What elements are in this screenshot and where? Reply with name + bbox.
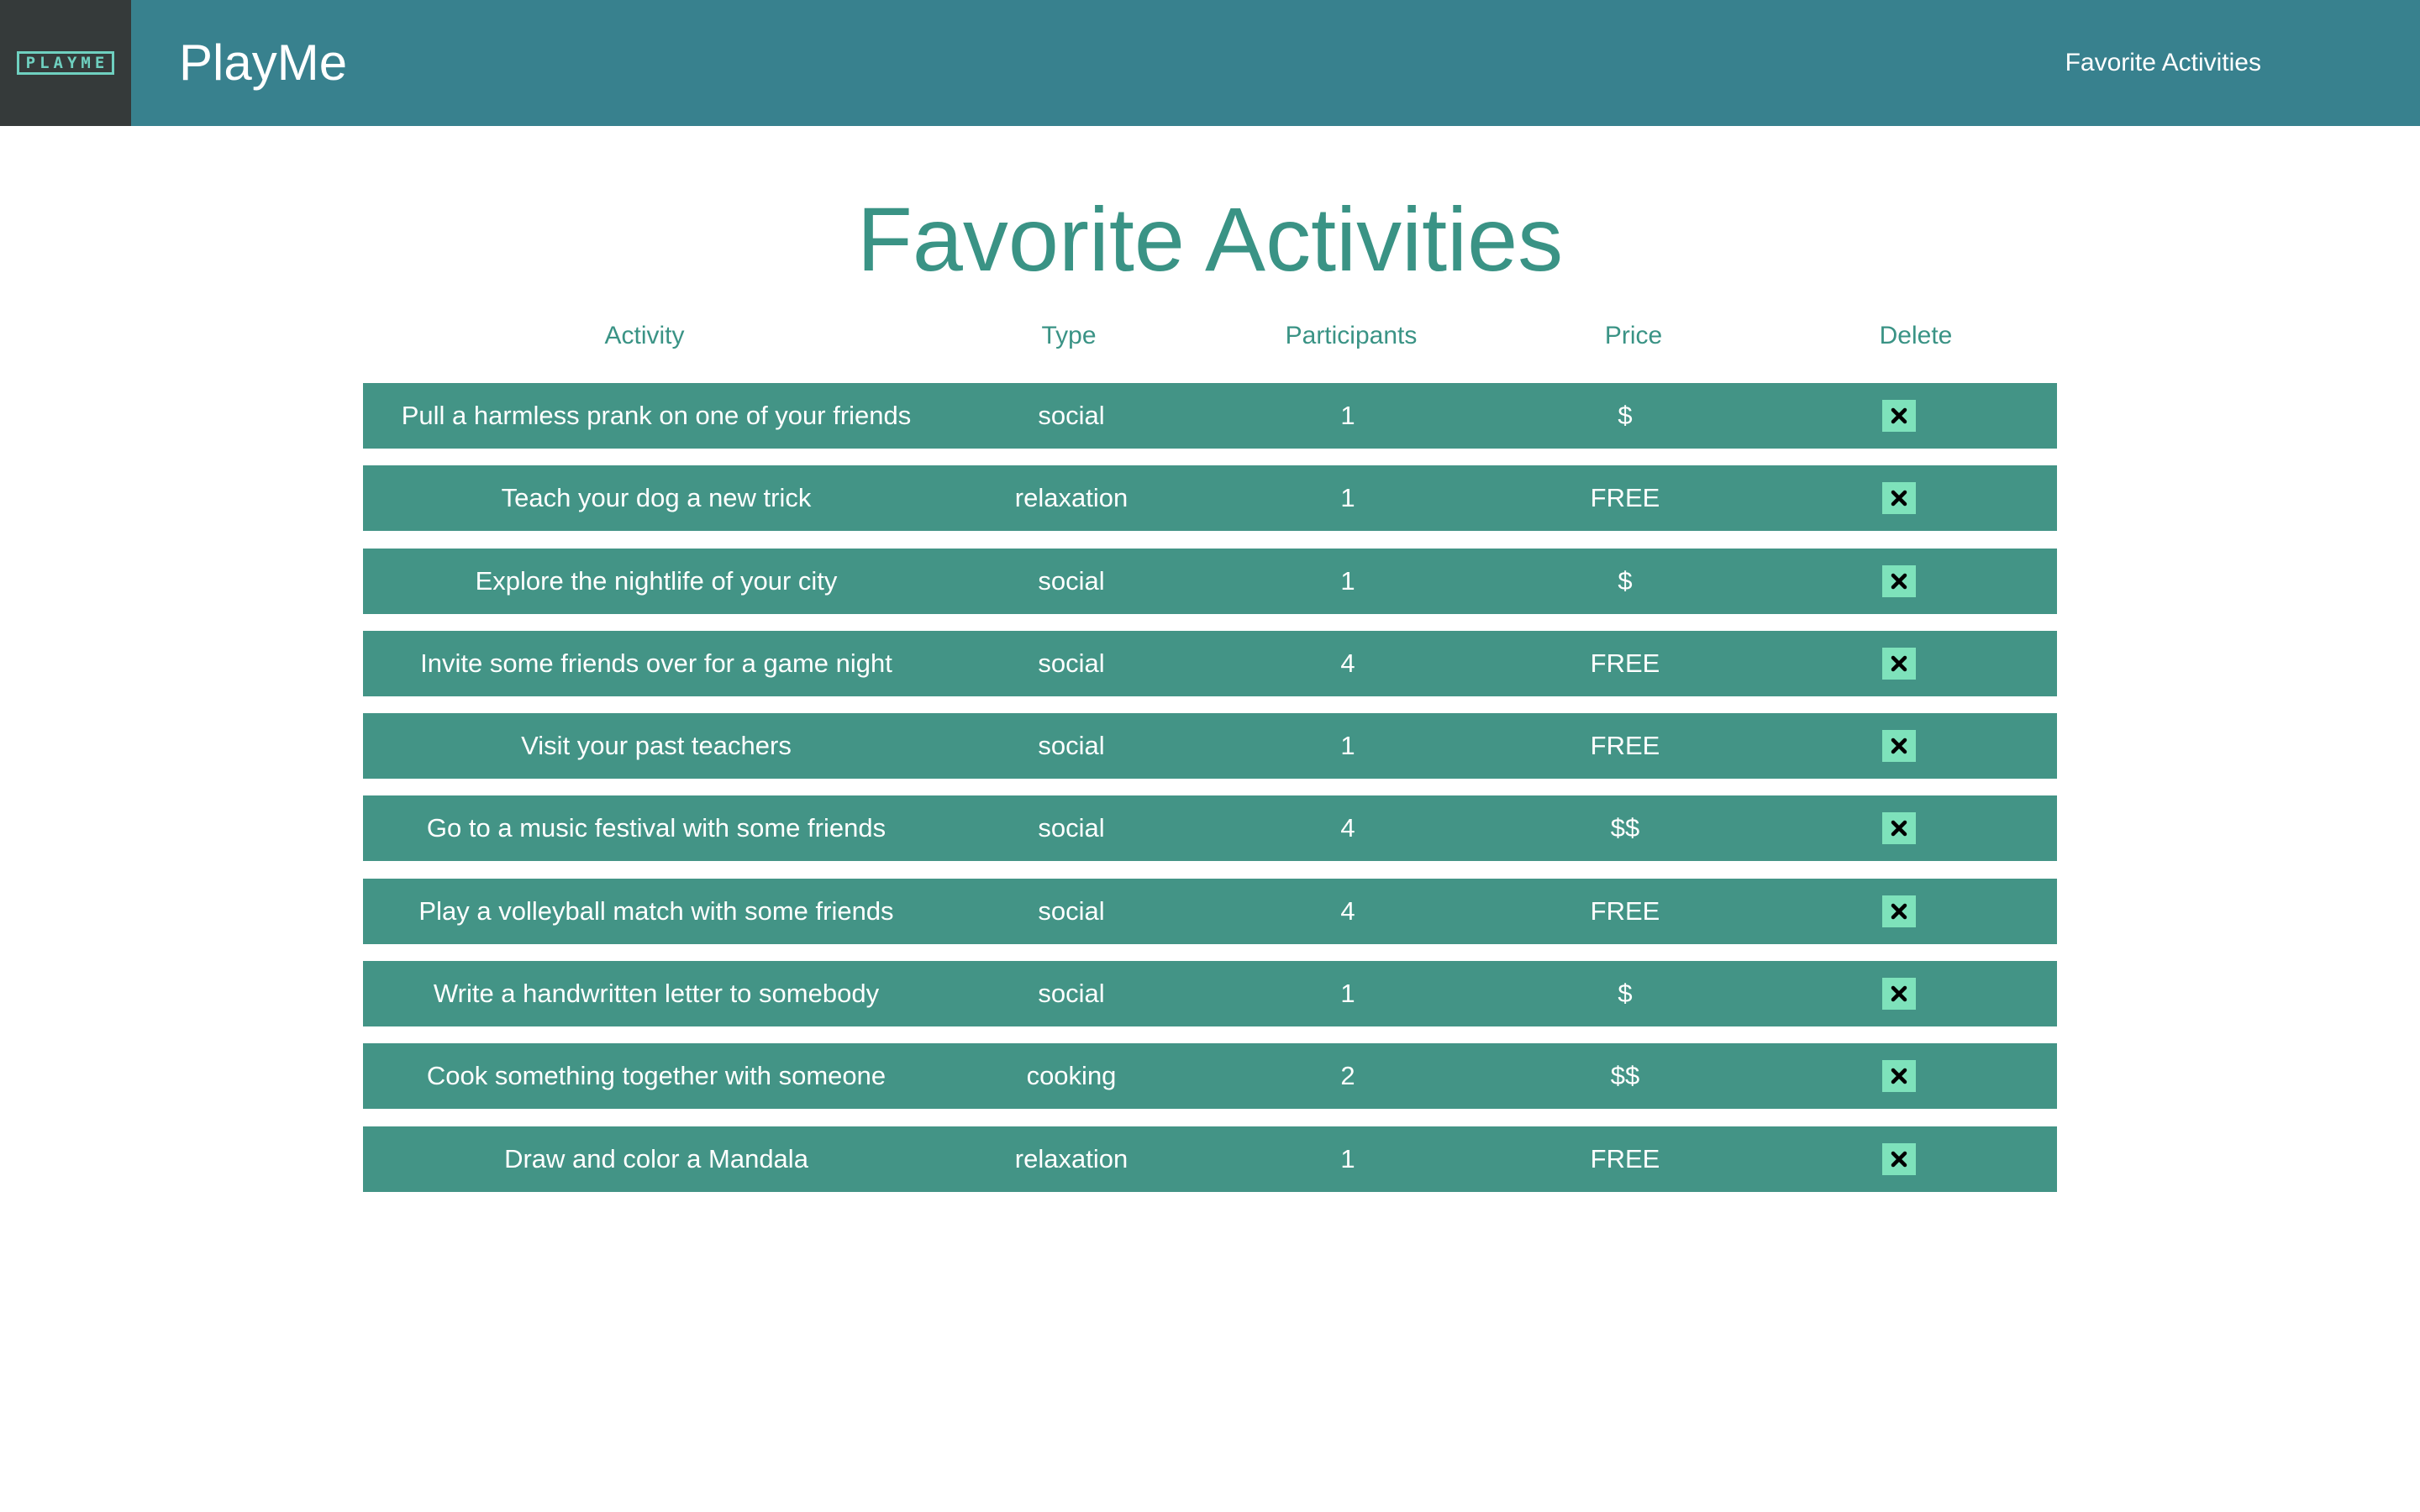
participants-cell: 1 bbox=[1340, 483, 1355, 513]
delete-button[interactable] bbox=[1882, 1060, 1916, 1093]
close-icon bbox=[1891, 985, 1907, 1002]
close-icon bbox=[1891, 903, 1907, 920]
delete-button[interactable] bbox=[1882, 647, 1916, 680]
favorites-table: Pull a harmless prank on one of your fri… bbox=[363, 383, 2057, 1209]
column-header-delete: Delete bbox=[1879, 322, 1953, 349]
activity-cell: Explore the nightlife of your city bbox=[475, 565, 838, 596]
top-navbar: PLAYME PlayMe Favorite Activities bbox=[0, 0, 2420, 126]
type-cell: social bbox=[1038, 648, 1105, 678]
delete-button[interactable] bbox=[1882, 400, 1916, 432]
activity-cell: Pull a harmless prank on one of your fri… bbox=[401, 401, 912, 430]
activity-cell: Invite some friends over for a game nigh… bbox=[420, 648, 892, 678]
type-cell: relaxation bbox=[1014, 1143, 1128, 1173]
price-cell: $ bbox=[1618, 565, 1633, 596]
column-header-activity: Activity bbox=[604, 322, 685, 349]
close-icon bbox=[1891, 738, 1907, 754]
activity-cell: Play a volleyball match with some friend… bbox=[418, 895, 894, 926]
delete-button[interactable] bbox=[1882, 564, 1916, 597]
close-icon bbox=[1891, 821, 1907, 837]
price-cell: FREE bbox=[1590, 1143, 1660, 1173]
activity-cell: Visit your past teachers bbox=[521, 731, 792, 761]
activity-cell: Cook something together with someone bbox=[426, 1061, 886, 1091]
delete-button[interactable] bbox=[1882, 1142, 1916, 1175]
price-cell: FREE bbox=[1590, 483, 1660, 513]
close-icon bbox=[1891, 407, 1907, 424]
logo-text: PLAYME bbox=[16, 51, 115, 75]
table-header: Activity Type Participants Price Delete bbox=[363, 319, 2057, 353]
price-cell: $$ bbox=[1610, 1061, 1640, 1091]
type-cell: social bbox=[1038, 731, 1105, 761]
close-icon bbox=[1891, 655, 1907, 672]
participants-cell: 1 bbox=[1340, 731, 1355, 761]
table-row: Draw and color a Mandala relaxation 1 FR… bbox=[363, 1126, 2057, 1192]
type-cell: social bbox=[1038, 813, 1105, 843]
price-cell: FREE bbox=[1590, 731, 1660, 761]
delete-button[interactable] bbox=[1882, 730, 1916, 763]
close-icon bbox=[1891, 1151, 1907, 1167]
price-cell: $ bbox=[1618, 979, 1633, 1009]
delete-button[interactable] bbox=[1882, 812, 1916, 845]
participants-cell: 1 bbox=[1340, 1143, 1355, 1173]
type-cell: relaxation bbox=[1014, 483, 1128, 513]
delete-button[interactable] bbox=[1882, 482, 1916, 515]
delete-button[interactable] bbox=[1882, 978, 1916, 1011]
type-cell: social bbox=[1038, 401, 1105, 430]
participants-cell: 4 bbox=[1340, 648, 1355, 678]
table-row: Visit your past teachers social 1 FREE bbox=[363, 713, 2057, 780]
price-cell: $$ bbox=[1610, 813, 1640, 843]
price-cell: $ bbox=[1618, 401, 1633, 430]
brand-name[interactable]: PlayMe bbox=[179, 32, 347, 94]
activity-cell: Go to a music festival with some friends bbox=[426, 813, 886, 843]
table-row: Go to a music festival with some friends… bbox=[363, 795, 2057, 862]
type-cell: social bbox=[1038, 895, 1105, 926]
participants-cell: 2 bbox=[1340, 1061, 1355, 1091]
logo[interactable]: PLAYME bbox=[0, 0, 131, 126]
table-row: Play a volleyball match with some friend… bbox=[363, 878, 2057, 944]
table-row: Pull a harmless prank on one of your fri… bbox=[363, 383, 2057, 449]
participants-cell: 1 bbox=[1340, 565, 1355, 596]
column-header-price: Price bbox=[1604, 322, 1663, 349]
page-title: Favorite Activities bbox=[856, 188, 1564, 290]
participants-cell: 1 bbox=[1340, 401, 1355, 430]
table-row: Explore the nightlife of your city socia… bbox=[363, 548, 2057, 614]
type-cell: social bbox=[1038, 979, 1105, 1009]
nav-link-favorite-activities[interactable]: Favorite Activities bbox=[2065, 47, 2261, 79]
price-cell: FREE bbox=[1590, 648, 1660, 678]
participants-cell: 4 bbox=[1340, 813, 1355, 843]
type-cell: cooking bbox=[1026, 1061, 1117, 1091]
close-icon bbox=[1891, 573, 1907, 589]
table-row: Invite some friends over for a game nigh… bbox=[363, 630, 2057, 696]
activity-cell: Write a handwritten letter to somebody bbox=[433, 979, 880, 1009]
column-header-type: Type bbox=[1041, 322, 1097, 349]
price-cell: FREE bbox=[1590, 895, 1660, 926]
table-row: Write a handwritten letter to somebody s… bbox=[363, 961, 2057, 1027]
activity-cell: Draw and color a Mandala bbox=[504, 1143, 808, 1173]
activity-cell: Teach your dog a new trick bbox=[501, 483, 812, 513]
type-cell: social bbox=[1038, 565, 1105, 596]
close-icon bbox=[1891, 491, 1907, 507]
close-icon bbox=[1891, 1068, 1907, 1084]
participants-cell: 1 bbox=[1340, 979, 1355, 1009]
column-header-participants: Participants bbox=[1285, 322, 1418, 349]
table-row: Cook something together with someone coo… bbox=[363, 1043, 2057, 1110]
participants-cell: 4 bbox=[1340, 895, 1355, 926]
table-row: Teach your dog a new trick relaxation 1 … bbox=[363, 465, 2057, 532]
delete-button[interactable] bbox=[1882, 895, 1916, 927]
